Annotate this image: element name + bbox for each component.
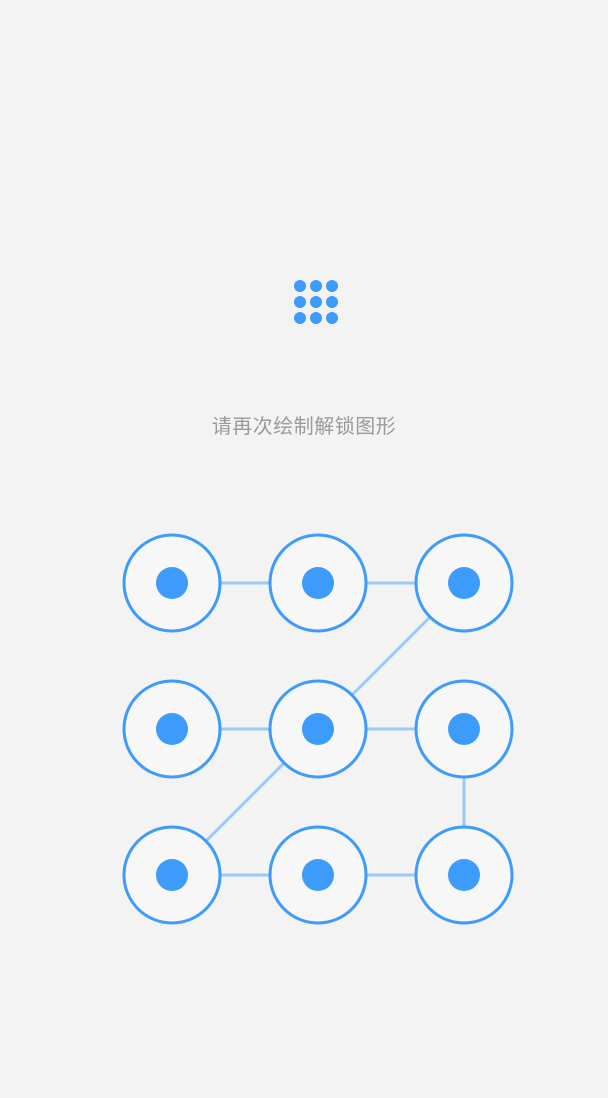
unlock-pattern-screen: 请再次绘制解锁图形 <box>0 0 608 1098</box>
pattern-node-5[interactable] <box>268 679 368 779</box>
pattern-nodes <box>122 533 514 925</box>
pattern-node-3[interactable] <box>414 533 514 633</box>
pattern-node-4[interactable] <box>122 679 222 779</box>
pattern-node-dot <box>156 567 188 599</box>
pattern-lock[interactable] <box>0 0 608 1098</box>
pattern-node-dot <box>448 859 480 891</box>
pattern-node-dot <box>156 713 188 745</box>
pattern-node-dot <box>448 713 480 745</box>
pattern-node-8[interactable] <box>268 825 368 925</box>
pattern-node-7[interactable] <box>122 825 222 925</box>
pattern-node-dot <box>448 567 480 599</box>
pattern-node-dot <box>302 713 334 745</box>
pattern-node-1[interactable] <box>122 533 222 633</box>
pattern-node-dot <box>302 859 334 891</box>
pattern-node-dot <box>302 567 334 599</box>
pattern-node-dot <box>156 859 188 891</box>
pattern-node-2[interactable] <box>268 533 368 633</box>
pattern-node-9[interactable] <box>414 825 514 925</box>
pattern-node-6[interactable] <box>414 679 514 779</box>
